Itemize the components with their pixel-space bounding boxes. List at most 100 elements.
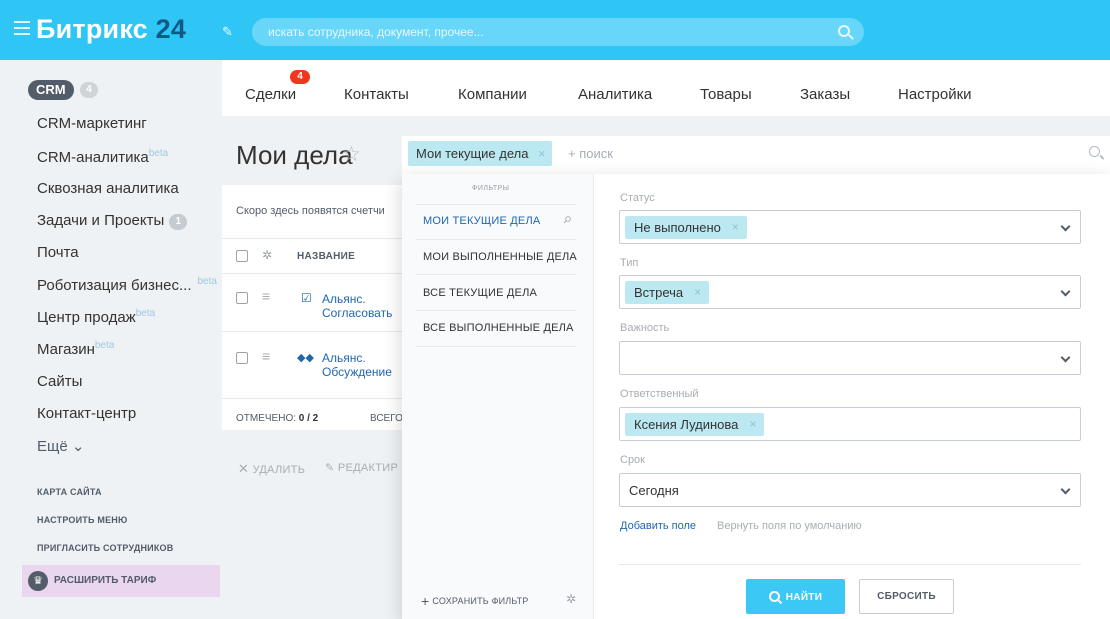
find-label: НАЙТИ [785, 591, 823, 603]
sidebar-item-automation[interactable]: Роботизация бизнес... beta [37, 276, 217, 294]
sidebar-item-crm-marketing[interactable]: CRM-маркетинг [37, 115, 147, 132]
type-value: Встреча [634, 285, 684, 300]
beta-label: beta [135, 308, 156, 319]
responsible-field[interactable]: Ксения Лудинова × [619, 407, 1081, 441]
selected-value: 0 / 2 [298, 413, 319, 424]
tab-deals[interactable]: Сделки [245, 86, 296, 103]
sitemap-link[interactable]: КАРТА САЙТА [37, 487, 102, 497]
sidebar-item-label: Сквозная аналитика [37, 180, 179, 197]
tasks-counter: 1 [169, 214, 188, 230]
invite-users-link[interactable]: ПРИГЛАСИТЬ СОТРУДНИКОВ [37, 543, 173, 553]
sidebar-item-shop[interactable]: Магазинbeta [37, 340, 114, 358]
select-all-checkbox[interactable] [236, 250, 248, 262]
close-icon[interactable]: × [732, 216, 739, 239]
sidebar-item-label: Роботизация бизнес... [37, 277, 192, 294]
row-menu-icon[interactable]: ≡ [262, 288, 270, 304]
sidebar-item-label: Почта [37, 244, 79, 261]
logo[interactable]: Битрикс 24 [36, 14, 186, 45]
sidebar-item-sales-center[interactable]: Центр продажbeta [37, 308, 155, 326]
delete-label: УДАЛИТЬ [252, 464, 306, 476]
search-icon[interactable] [1089, 146, 1100, 157]
delete-button[interactable]: ✕ УДАЛИТЬ [238, 461, 305, 477]
divider [416, 239, 576, 240]
save-filter-button[interactable]: + СОХРАНИТЬ ФИЛЬТР [421, 593, 529, 609]
find-button[interactable]: НАЙТИ [746, 579, 845, 614]
sidebar-item-sites[interactable]: Сайты [37, 373, 82, 390]
table-row[interactable]: Альянс. Согласовать [322, 292, 392, 320]
task-check-icon: ☑ [301, 291, 312, 305]
row-menu-icon[interactable]: ≡ [262, 348, 270, 364]
gear-icon[interactable]: ✲ [566, 592, 576, 606]
filter-presets-panel [402, 174, 594, 619]
global-search[interactable] [252, 18, 864, 46]
filter-search-input[interactable]: + поиск [568, 146, 613, 161]
row-checkbox[interactable] [236, 292, 248, 304]
type-chip[interactable]: Встреча × [625, 281, 710, 304]
reset-button[interactable]: СБРОСИТЬ [859, 579, 954, 614]
chevron-down-icon[interactable] [1060, 352, 1071, 363]
tab-orders[interactable]: Заказы [800, 86, 850, 103]
divider [416, 310, 576, 311]
row-subtitle: Обсуждение [322, 365, 392, 379]
sidebar-item-end-to-end-analytics[interactable]: Сквозная аналитика [37, 180, 179, 197]
sidebar-item-label: CRM-аналитика [37, 149, 149, 166]
tab-settings[interactable]: Настройки [898, 86, 972, 103]
edit-button[interactable]: ✎ РЕДАКТИР [325, 461, 398, 474]
status-field[interactable]: Не выполнено × [619, 210, 1081, 244]
divider [222, 398, 402, 399]
divider [619, 564, 1081, 565]
total-count: ВСЕГО [370, 413, 403, 424]
crm-counter: 4 [80, 82, 98, 98]
field-label-responsible: Ответственный [620, 388, 699, 400]
close-icon[interactable]: × [749, 413, 756, 436]
close-icon[interactable]: × [538, 141, 546, 166]
table-row[interactable]: Альянс. Обсуждение [322, 351, 392, 379]
menu-icon[interactable] [14, 21, 30, 35]
page-title: Мои дела [236, 140, 353, 170]
gear-icon[interactable]: ✲ [262, 248, 272, 262]
filters-heading: ФИЛЬТРЫ [472, 185, 510, 192]
plus-icon: + [421, 593, 430, 609]
tab-analytics[interactable]: Аналитика [578, 86, 652, 103]
sidebar-item-label: Сайты [37, 373, 83, 390]
row-subtitle: Согласовать [322, 306, 393, 320]
sidebar-item-mail[interactable]: Почта [37, 244, 79, 261]
sidebar-item-more[interactable]: Ещё ⌄ [37, 437, 84, 455]
preset-all-current[interactable]: ВСЕ ТЕКУЩИЕ ДЕЛА [423, 287, 537, 299]
tab-companies[interactable]: Компании [458, 86, 527, 103]
selected-count: ОТМЕЧЕНО: 0 / 2 [236, 413, 318, 424]
importance-field[interactable] [619, 341, 1081, 375]
preset-all-completed[interactable]: ВСЕ ВЫПОЛНЕННЫЕ ДЕЛА [423, 322, 574, 334]
add-field-link[interactable]: Добавить поле [620, 520, 696, 532]
restore-default-fields-link[interactable]: Вернуть поля по умолчанию [717, 520, 862, 532]
sidebar-item-crm-analytics[interactable]: CRM-аналитикаbeta [37, 148, 168, 166]
search-icon[interactable] [838, 25, 850, 37]
global-search-input[interactable] [268, 18, 828, 46]
sidebar-crm[interactable]: CRM [28, 80, 74, 100]
deadline-field[interactable]: Сегодня [619, 473, 1081, 507]
meeting-icon: ◆◆ [297, 352, 314, 364]
sidebar-item-contact-center[interactable]: Контакт-центр [37, 405, 136, 422]
chevron-down-icon[interactable] [1060, 286, 1071, 297]
chevron-down-icon[interactable] [1060, 484, 1071, 495]
type-field[interactable]: Встреча × [619, 275, 1081, 309]
pencil-icon[interactable]: ✎ [222, 24, 233, 40]
upgrade-plan-button[interactable]: ♛ РАСШИРИТЬ ТАРИФ [22, 565, 220, 597]
preset-my-completed[interactable]: МОИ ВЫПОЛНЕННЫЕ ДЕЛА [423, 251, 577, 263]
sidebar-item-tasks[interactable]: Задачи и Проекты 1 [37, 212, 188, 230]
star-icon[interactable]: ☆ [342, 142, 361, 167]
chevron-down-icon[interactable] [1060, 221, 1071, 232]
row-checkbox[interactable] [236, 352, 248, 364]
tab-products[interactable]: Товары [700, 86, 752, 103]
active-filter-chip[interactable]: Мои текущие дела × [408, 141, 553, 166]
status-chip[interactable]: Не выполнено × [625, 216, 747, 239]
configure-menu-link[interactable]: НАСТРОИТЬ МЕНЮ [37, 515, 127, 525]
field-label-deadline: Срок [620, 454, 645, 466]
close-icon[interactable]: × [694, 281, 701, 304]
tab-contacts[interactable]: Контакты [344, 86, 409, 103]
active-filter-label: Мои текущие дела [416, 146, 529, 161]
preset-my-current[interactable]: МОИ ТЕКУЩИЕ ДЕЛА [423, 215, 540, 227]
responsible-chip[interactable]: Ксения Лудинова × [625, 413, 765, 436]
column-header-name[interactable]: НАЗВАНИЕ [297, 251, 355, 262]
upgrade-label: РАСШИРИТЬ ТАРИФ [54, 575, 157, 586]
